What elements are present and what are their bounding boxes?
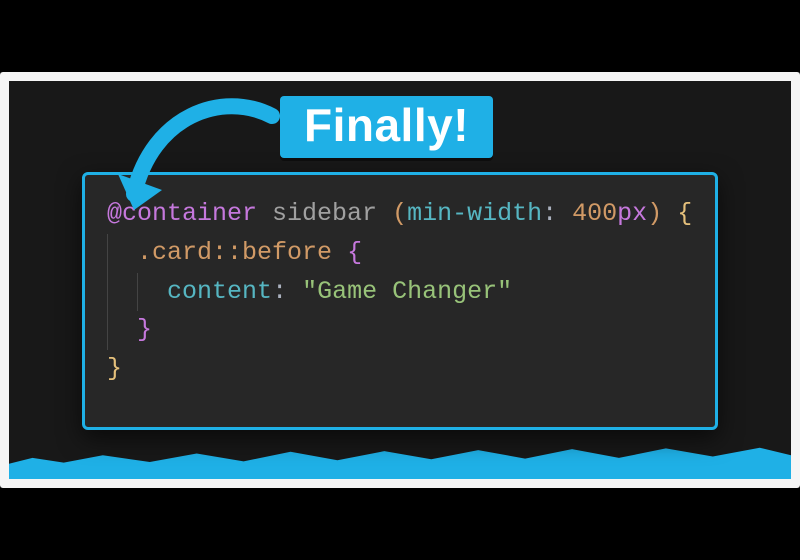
- code-line-2: .card::before {: [107, 234, 693, 273]
- headline-badge: Finally!: [280, 96, 493, 158]
- brush-stripe: [9, 445, 791, 479]
- headline-text: Finally!: [304, 99, 469, 151]
- code-line-4: }: [107, 311, 693, 350]
- code-line-5: }: [107, 350, 693, 389]
- css-property: content: [167, 277, 272, 306]
- condition-unit: px: [617, 199, 647, 228]
- condition-property: min-width: [407, 199, 542, 228]
- css-string-value: "Game Changer": [302, 277, 512, 306]
- thumbnail-stage: Finally! @container sidebar (min-width: …: [0, 72, 800, 488]
- container-name: sidebar: [272, 199, 377, 228]
- curved-arrow-icon: [112, 98, 282, 228]
- condition-value: 400: [572, 199, 617, 228]
- pseudo-element: ::before: [212, 238, 332, 267]
- code-line-3: content: "Game Changer": [107, 273, 693, 312]
- selector-class: .card: [137, 238, 212, 267]
